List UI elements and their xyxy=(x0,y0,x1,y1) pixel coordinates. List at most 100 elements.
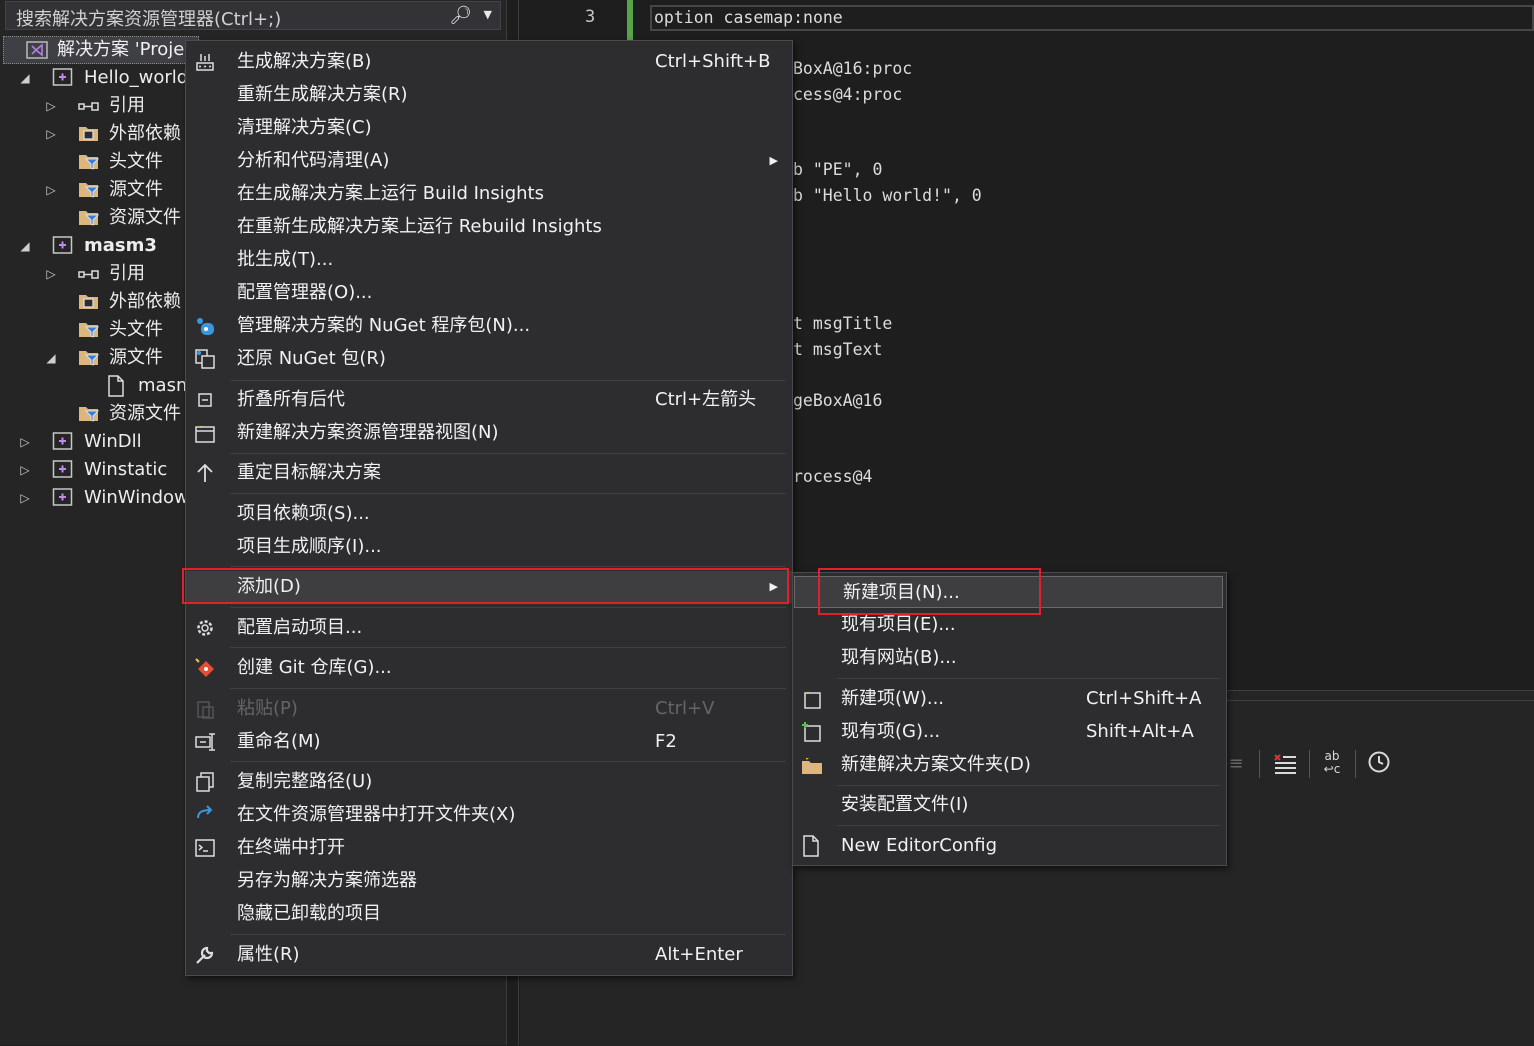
menu-item-shortcut: Alt+Enter xyxy=(655,944,743,965)
tree-item[interactable]: ▷ 引用 xyxy=(0,260,190,288)
tree-item-label: 引用 xyxy=(109,95,145,116)
expand-arrow-icon[interactable]: ▷ xyxy=(17,456,33,484)
menu-separator xyxy=(837,678,1220,679)
tree-item[interactable]: 头文件 xyxy=(0,148,190,176)
menu-item-label: 安装配置文件(I) xyxy=(841,794,969,815)
collapse-icon xyxy=(194,389,216,411)
menu-item-label: 分析和代码清理(A) xyxy=(237,150,390,171)
context-menu-item[interactable]: 在重新生成解决方案上运行 Rebuild Insights xyxy=(186,211,792,243)
terminal-icon xyxy=(194,837,216,859)
context-menu-item[interactable]: 项目依赖项(S)... xyxy=(186,498,792,530)
tree-item[interactable]: ◢ Hello_world xyxy=(0,64,190,92)
submenu-item[interactable]: New EditorConfig xyxy=(793,830,1226,862)
code-line[interactable]: cess@4:proc xyxy=(793,85,902,104)
expand-arrow-icon[interactable]: ▷ xyxy=(17,428,33,456)
context-menu-item[interactable]: 新建解决方案资源管理器视图(N) xyxy=(186,417,792,449)
tree-item[interactable]: ▷ Winstatic xyxy=(0,456,190,484)
tree-item[interactable]: ◢ 源文件 xyxy=(0,344,190,372)
context-menu-item[interactable]: 在终端中打开 xyxy=(186,832,792,864)
code-line[interactable]: t msgTitle xyxy=(793,314,892,333)
context-menu-item[interactable]: 重定目标解决方案 xyxy=(186,457,792,489)
chevron-down-icon[interactable]: ▼ xyxy=(484,8,492,21)
tree-item[interactable]: 资源文件 xyxy=(0,204,190,232)
menu-item-label: 另存为解决方案筛选器 xyxy=(237,870,417,891)
collapse-arrow-icon[interactable]: ◢ xyxy=(17,64,33,92)
tree-item[interactable]: ▷ WinDll xyxy=(0,428,190,456)
code-line[interactable]: option casemap:none xyxy=(654,8,843,27)
context-menu-item[interactable]: 隐藏已卸载的项目 xyxy=(186,898,792,930)
context-menu-item[interactable]: 生成解决方案(B) Ctrl+Shift+B xyxy=(186,46,792,78)
context-menu-item[interactable]: 属性(R) Alt+Enter xyxy=(186,939,792,971)
tree-item-label: Hello_world xyxy=(84,67,189,88)
context-menu-item[interactable]: 复制完整路径(U) xyxy=(186,766,792,798)
menu-separator xyxy=(230,380,786,381)
word-wrap-icon[interactable]: ab ↩c xyxy=(1318,750,1346,778)
code-line[interactable]: t msgText xyxy=(793,340,882,359)
context-menu-item[interactable]: 管理解决方案的 NuGet 程序包(N)... xyxy=(186,310,792,342)
expand-arrow-icon[interactable]: ▷ xyxy=(43,260,59,288)
code-line[interactable]: b "Hello world!", 0 xyxy=(793,186,982,205)
tree-item-label: 外部依赖 xyxy=(109,291,181,312)
panel-separator xyxy=(1222,700,1534,701)
clock-icon[interactable] xyxy=(1365,750,1393,778)
menu-item-label: 现有网站(B)... xyxy=(841,647,957,668)
code-line[interactable]: b "PE", 0 xyxy=(793,160,882,179)
submenu-item[interactable]: 现有项(G)... Shift+Alt+A xyxy=(793,716,1226,748)
context-menu-item[interactable]: 批生成(T)... xyxy=(186,244,792,276)
context-menu-item[interactable]: 创建 Git 仓库(G)... xyxy=(186,652,792,684)
search-input[interactable]: 搜索解决方案资源管理器(Ctrl+;) 🔎︎ ▼ xyxy=(5,1,501,30)
collapse-arrow-icon[interactable]: ◢ xyxy=(43,344,59,372)
tree-item[interactable]: ▷ 源文件 xyxy=(0,176,190,204)
context-menu-item[interactable]: 折叠所有后代 Ctrl+左箭头 xyxy=(186,384,792,416)
project-icon xyxy=(52,67,74,89)
menu-item-label: 配置启动项目... xyxy=(237,617,363,638)
context-menu-item[interactable]: 在文件资源管理器中打开文件夹(X) xyxy=(186,799,792,831)
context-menu-item[interactable]: 配置管理器(O)... xyxy=(186,277,792,309)
context-menu-item[interactable]: 另存为解决方案筛选器 xyxy=(186,865,792,897)
context-menu-item[interactable]: 在生成解决方案上运行 Build Insights xyxy=(186,178,792,210)
git-icon xyxy=(194,657,216,679)
project-icon xyxy=(52,431,74,453)
tree-item[interactable]: 头文件 xyxy=(0,316,190,344)
expand-arrow-icon[interactable]: ▷ xyxy=(43,120,59,148)
submenu-item[interactable]: 现有网站(B)... xyxy=(793,642,1226,674)
menu-separator xyxy=(230,453,786,454)
tree-item[interactable]: masm xyxy=(0,372,193,400)
copy-icon xyxy=(194,771,216,793)
menu-item-label: 还原 NuGet 包(R) xyxy=(237,348,386,369)
search-icon[interactable]: 🔎︎ xyxy=(449,5,472,26)
expand-arrow-icon[interactable]: ▷ xyxy=(17,484,33,512)
collapse-arrow-icon[interactable]: ◢ xyxy=(17,232,33,260)
menu-separator xyxy=(230,688,786,689)
context-menu-item[interactable]: 重新生成解决方案(R) xyxy=(186,79,792,111)
submenu-item[interactable]: 新建解决方案文件夹(D) xyxy=(793,749,1226,781)
context-menu-item[interactable]: 还原 NuGet 包(R) xyxy=(186,343,792,375)
tree-item[interactable]: 外部依赖 xyxy=(0,288,190,316)
code-line[interactable]: geBoxA@16 xyxy=(793,391,882,410)
context-menu-item[interactable]: 清理解决方案(C) xyxy=(186,112,792,144)
expand-arrow-icon[interactable]: ▷ xyxy=(43,176,59,204)
submenu-item[interactable]: 新建项(W)... Ctrl+Shift+A xyxy=(793,683,1226,715)
tree-item[interactable]: ▷ 引用 xyxy=(0,92,190,120)
solution-icon xyxy=(26,41,48,59)
expand-arrow-icon[interactable]: ▷ xyxy=(43,92,59,120)
menu-separator xyxy=(230,607,786,608)
context-menu-item[interactable]: 分析和代码清理(A) ▶ xyxy=(186,145,792,177)
tree-item-solution[interactable]: 解决方案 'Proje xyxy=(3,36,199,64)
code-line[interactable]: BoxA@16:proc xyxy=(793,59,912,78)
tree-item[interactable]: ▷ 外部依赖 xyxy=(0,120,190,148)
tree-item-label: Winstatic xyxy=(84,459,168,480)
context-menu-item[interactable]: 配置启动项目... xyxy=(186,612,792,644)
tree-item[interactable]: 资源文件 xyxy=(0,400,190,428)
context-menu-item[interactable]: 粘贴(P) Ctrl+V xyxy=(186,693,792,725)
menu-item-label: 现有项(G)... xyxy=(841,721,941,742)
tree-item[interactable]: ◢ masm3 xyxy=(0,232,190,260)
submenu-arrow-icon: ▶ xyxy=(769,154,778,167)
context-menu-item[interactable]: 重命名(M) F2 xyxy=(186,726,792,758)
submenu-item[interactable]: 安装配置文件(I) xyxy=(793,789,1226,821)
tree-item[interactable]: ▷ WinWindow xyxy=(0,484,190,512)
context-menu-item[interactable]: 项目生成顺序(I)... xyxy=(186,531,792,563)
code-line[interactable]: rocess@4 xyxy=(793,467,872,486)
tree-item-label: 头文件 xyxy=(109,151,163,172)
clear-all-icon[interactable] xyxy=(1271,750,1299,778)
